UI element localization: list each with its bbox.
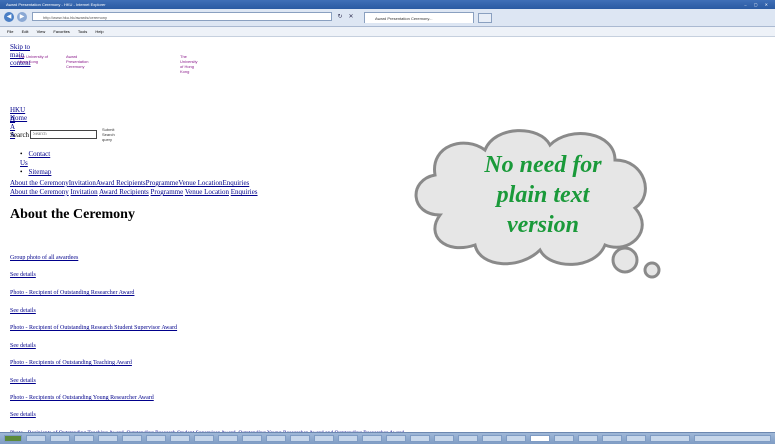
see-details-link[interactable]: See details — [10, 343, 36, 349]
search-label: Search — [10, 130, 30, 139]
taskbar-item[interactable] — [146, 435, 166, 442]
photo-researcher-link[interactable]: Photo - Recipient of Outstanding Researc… — [10, 290, 134, 296]
nav-invitation[interactable]: Invitation — [69, 179, 96, 187]
nav-row-1: About the CeremonyInvitationAward Recipi… — [10, 179, 258, 188]
system-tray[interactable] — [650, 435, 690, 442]
nav-row-2: About the Ceremony Invitation Award Reci… — [10, 188, 258, 197]
taskbar-item[interactable] — [242, 435, 262, 442]
back-icon[interactable]: ◀ — [4, 12, 14, 22]
address-bar: ◀ ▶ http://www.hku.hk/awards/ceremony ↻ … — [0, 9, 775, 27]
browser-tab[interactable]: Award Presentation Ceremony... — [364, 12, 474, 23]
window-titlebar: Award Presentation Ceremony - HKU - Inte… — [0, 0, 775, 9]
sitemap-link[interactable]: Sitemap — [28, 168, 51, 176]
taskbar-item[interactable] — [458, 435, 478, 442]
menu-view[interactable]: View — [37, 29, 46, 34]
taskbar-item[interactable] — [602, 435, 622, 442]
taskbar-item[interactable] — [98, 435, 118, 442]
notification-area[interactable] — [694, 435, 771, 442]
window-controls[interactable]: – ▢ ✕ — [744, 0, 771, 9]
photo-young-researcher-link[interactable]: Photo - Recipients of Outstanding Young … — [10, 395, 154, 401]
main-nav: About the CeremonyInvitationAward Recipi… — [10, 179, 258, 197]
search-row: Search — [10, 130, 98, 139]
menu-file[interactable]: File — [7, 29, 13, 34]
nav2-programme[interactable]: Programme — [151, 188, 184, 196]
see-details-link[interactable]: See details — [10, 272, 36, 278]
group-photo-link[interactable]: Group photo of all awardees — [10, 255, 78, 261]
taskbar-item[interactable] — [74, 435, 94, 442]
callout-line-3: version — [507, 212, 579, 238]
menu-help[interactable]: Help — [95, 29, 103, 34]
utility-links: • Contact Us • Sitemap — [20, 150, 52, 176]
nav2-invitation[interactable]: Invitation — [70, 188, 97, 196]
taskbar — [0, 432, 775, 444]
new-tab-button[interactable] — [478, 13, 492, 23]
menu-favorites[interactable]: Favorites — [53, 29, 69, 34]
nav-award-recipients[interactable]: Award Recipients — [96, 179, 146, 187]
contact-us-link[interactable]: Contact Us — [20, 150, 50, 167]
callout-text: No need for plain text version — [448, 150, 638, 240]
window-title: Award Presentation Ceremony - HKU - Inte… — [6, 2, 106, 7]
taskbar-item[interactable] — [122, 435, 142, 442]
refresh-icon[interactable]: ↻ — [336, 13, 344, 21]
start-button[interactable] — [4, 435, 22, 442]
taskbar-item[interactable] — [338, 435, 358, 442]
menu-bar: File Edit View Favorites Tools Help — [0, 27, 775, 37]
taskbar-item[interactable] — [386, 435, 406, 442]
taskbar-item[interactable] — [170, 435, 190, 442]
taskbar-item[interactable] — [218, 435, 238, 442]
taskbar-item[interactable] — [362, 435, 382, 442]
taskbar-item[interactable] — [410, 435, 430, 442]
search-input[interactable] — [30, 130, 98, 139]
taskbar-item-active[interactable] — [530, 435, 550, 442]
see-details-link[interactable]: See details — [10, 412, 36, 418]
taskbar-item[interactable] — [266, 435, 286, 442]
taskbar-item[interactable] — [26, 435, 46, 442]
nav-venue-location[interactable]: Venue Location — [178, 179, 222, 187]
callout-line-2: plain text — [496, 182, 590, 208]
taskbar-item[interactable] — [626, 435, 646, 442]
see-details-link[interactable]: See details — [10, 378, 36, 384]
taskbar-item[interactable] — [578, 435, 598, 442]
nav-programme[interactable]: Programme — [146, 179, 179, 187]
nav-enquiries[interactable]: Enquiries — [222, 179, 249, 187]
url-field[interactable]: http://www.hku.hk/awards/ceremony — [32, 12, 332, 21]
see-details-link[interactable]: See details — [10, 308, 36, 314]
nav2-enquiries[interactable]: Enquiries — [231, 188, 258, 196]
page-title: About the Ceremony — [10, 207, 135, 222]
photo-teaching-link[interactable]: Photo - Recipients of Outstanding Teachi… — [10, 360, 132, 366]
taskbar-item[interactable] — [554, 435, 574, 442]
callout-line-1: No need for — [484, 152, 602, 178]
taskbar-item[interactable] — [314, 435, 334, 442]
header-left-text: The University of Hong Kong — [18, 54, 49, 64]
submit-search-button[interactable]: Submit Search query — [102, 127, 115, 142]
menu-edit[interactable]: Edit — [22, 29, 29, 34]
taskbar-item[interactable] — [506, 435, 526, 442]
stop-icon[interactable]: ✕ — [347, 13, 355, 21]
nav2-venue-location[interactable]: Venue Location — [185, 188, 229, 196]
taskbar-item[interactable] — [482, 435, 502, 442]
header-right-text: The University of Hong Kong — [180, 54, 198, 74]
taskbar-item[interactable] — [434, 435, 454, 442]
taskbar-item[interactable] — [290, 435, 310, 442]
header-mid-text: Award Presentation Ceremony — [66, 54, 89, 69]
photo-supervisor-link[interactable]: Photo - Recipient of Outstanding Researc… — [10, 325, 177, 331]
taskbar-item[interactable] — [50, 435, 70, 442]
forward-icon[interactable]: ▶ — [17, 12, 27, 22]
menu-tools[interactable]: Tools — [78, 29, 87, 34]
taskbar-item[interactable] — [194, 435, 214, 442]
nav-about[interactable]: About the Ceremony — [10, 179, 69, 187]
nav2-about[interactable]: About the Ceremony — [10, 188, 69, 196]
nav2-award-recipients[interactable]: Award Recipients — [99, 188, 149, 196]
